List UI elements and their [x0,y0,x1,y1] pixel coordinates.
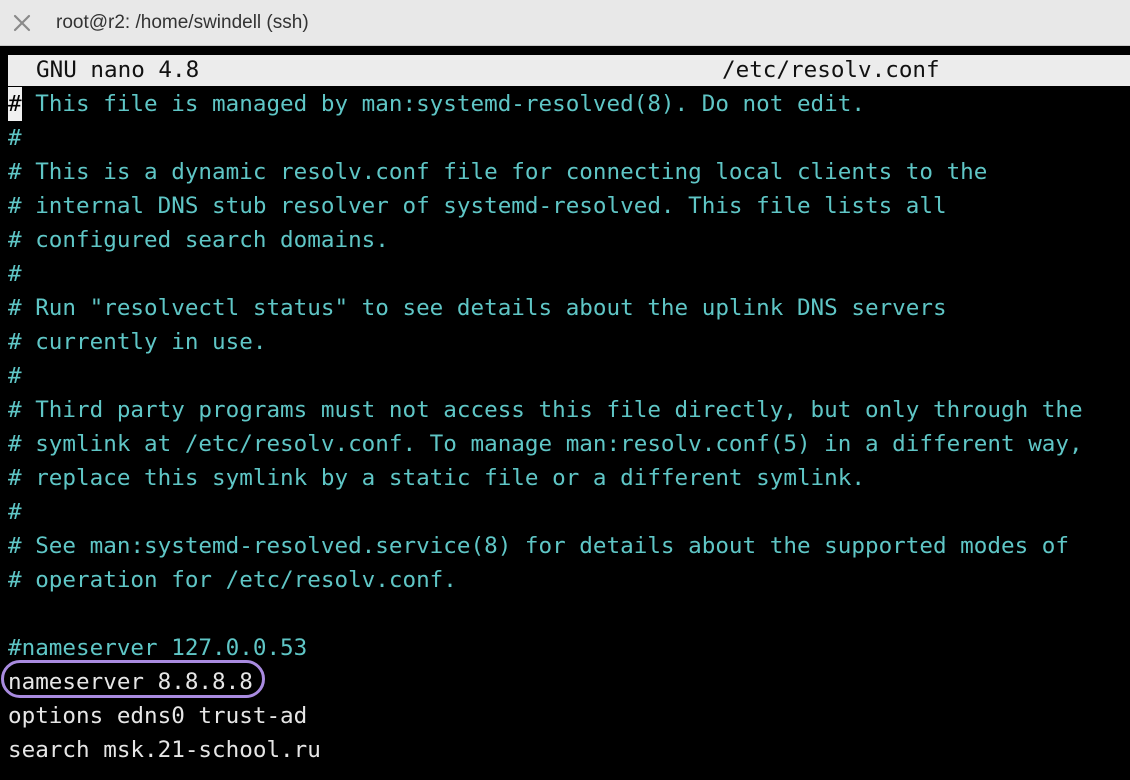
file-line: search msk.21-school.ru [8,737,321,763]
file-line: # symlink at /etc/resolv.conf. To manage… [8,431,1083,457]
terminal-window: root@r2: /home/swindell (ssh) GNU nano 4… [0,0,1130,780]
window-title: root@r2: /home/swindell (ssh) [56,12,309,33]
terminal-content[interactable]: GNU nano 4.8 /etc/resolv.conf # This fil… [0,46,1130,780]
file-line: # [8,499,22,525]
file-line: # Run "resolvectl status" to see details… [8,295,947,321]
file-line: # This file is managed by man:systemd-re… [8,87,865,121]
nano-filename: /etc/resolv.conf [722,57,940,83]
text-cursor: # [8,87,22,121]
file-line: options edns0 trust-ad [8,703,308,729]
file-line: # [8,125,22,151]
file-line: # This is a dynamic resolv.conf file for… [8,159,988,185]
file-line: # See man:systemd-resolved.service(8) fo… [8,533,1070,559]
file-line: nameserver 8.8.8.8 [8,669,253,695]
file-line: # [8,363,22,389]
title-bar: root@r2: /home/swindell (ssh) [0,0,1130,46]
file-line: # [8,261,22,287]
close-icon[interactable] [10,11,34,35]
file-line: # configured search domains. [8,227,389,253]
file-line-text: This file is managed by man:systemd-reso… [21,91,865,117]
file-line: # Third party programs must not access t… [8,397,1083,423]
file-line: #nameserver 127.0.0.53 [8,635,308,661]
file-line: # currently in use. [8,329,267,355]
file-line: # internal DNS stub resolver of systemd-… [8,193,947,219]
file-line: # operation for /etc/resolv.conf. [8,567,457,593]
file-line: # replace this symlink by a static file … [8,465,865,491]
nano-version-label: GNU nano 4.8 [36,57,200,83]
